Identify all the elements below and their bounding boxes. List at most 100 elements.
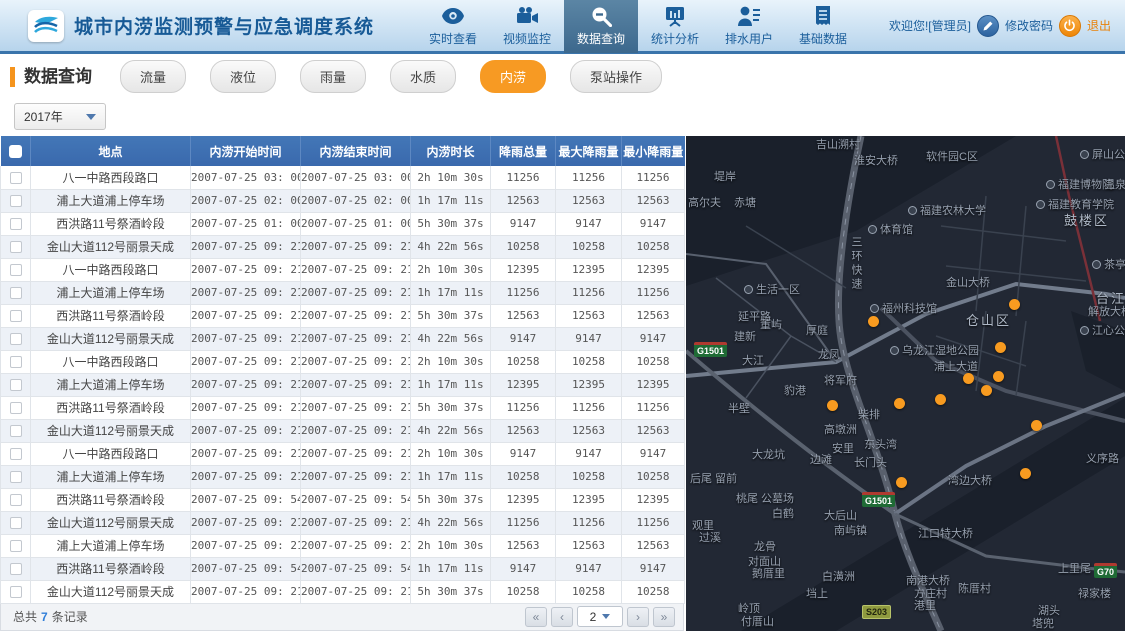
waterlogging-marker-2[interactable] <box>1009 299 1020 310</box>
row-checkbox-cell[interactable] <box>0 350 31 374</box>
tab-雨量[interactable]: 雨量 <box>300 60 366 93</box>
table-row[interactable]: 西洪路11号祭酒岭段 2007-07-25 01: 00 2007-07-25 01… <box>0 212 685 236</box>
row-checkbox[interactable] <box>9 195 22 208</box>
row-checkbox[interactable] <box>9 540 22 553</box>
row-checkbox-cell[interactable] <box>0 281 31 305</box>
waterlogging-marker-7[interactable] <box>935 394 946 405</box>
tab-内涝[interactable]: 内涝 <box>480 60 546 93</box>
select-all-cell[interactable] <box>0 136 31 166</box>
waterlogging-marker-1[interactable] <box>868 316 879 327</box>
row-checkbox-cell[interactable] <box>0 580 31 604</box>
waterlogging-marker-6[interactable] <box>981 385 992 396</box>
table-row[interactable]: 八一中路西段路口 2007-07-25 03: 00 2007-07-25 03: … <box>0 166 685 190</box>
row-checkbox-cell[interactable] <box>0 327 31 351</box>
waterlogging-marker-11[interactable] <box>896 477 907 488</box>
select-all-checkbox[interactable] <box>8 145 22 159</box>
last-page-button[interactable]: » <box>653 606 675 627</box>
row-checkbox[interactable] <box>9 517 22 530</box>
power-icon[interactable] <box>1058 14 1081 37</box>
table-row[interactable]: 西洪路11号祭酒岭段 2007-07-25 09: 21 2007-07-25 09… <box>0 304 685 328</box>
row-checkbox-cell[interactable] <box>0 258 31 282</box>
table-row[interactable]: 八一中路西段路口 2007-07-25 09: 21 2007-07-25 09: … <box>0 350 685 374</box>
row-checkbox-cell[interactable] <box>0 419 31 443</box>
table-row[interactable]: 八一中路西段路口 2007-07-25 09: 21 2007-07-25 09: … <box>0 258 685 282</box>
tab-泵站操作[interactable]: 泵站操作 <box>570 60 662 93</box>
waterlogging-marker-3[interactable] <box>995 342 1006 353</box>
row-checkbox[interactable] <box>9 425 22 438</box>
row-checkbox[interactable] <box>9 356 22 369</box>
table-row[interactable]: 浦上大道浦上停车场 2007-07-25 09: 21 2007-07-25 09:… <box>0 281 685 305</box>
row-checkbox-cell[interactable] <box>0 557 31 581</box>
row-checkbox-cell[interactable] <box>0 488 31 512</box>
nav-item-基础数据[interactable]: 基础数据 <box>786 0 860 53</box>
table-row[interactable]: 金山大道112号丽景天成 2007-07-25 09: 21 2007-07-25 … <box>0 419 685 443</box>
row-checkbox[interactable] <box>9 287 22 300</box>
row-checkbox-cell[interactable] <box>0 212 31 236</box>
row-checkbox-cell[interactable] <box>0 534 31 558</box>
waterlogging-marker-8[interactable] <box>894 398 905 409</box>
row-checkbox-cell[interactable] <box>0 189 31 213</box>
prev-page-button[interactable]: ‹ <box>551 606 573 627</box>
table-row[interactable]: 浦上大道浦上停车场 2007-07-25 09: 21 2007-07-25 09:… <box>0 465 685 489</box>
row-checkbox[interactable] <box>9 563 22 576</box>
row-checkbox[interactable] <box>9 448 22 461</box>
table-row[interactable]: 浦上大道浦上停车场 2007-07-25 09: 21 2007-07-25 09:… <box>0 534 685 558</box>
waterlogging-marker-12[interactable] <box>1020 468 1031 479</box>
cell-min-rainfall: 11256 <box>621 166 685 190</box>
row-checkbox-cell[interactable] <box>0 373 31 397</box>
row-checkbox[interactable] <box>9 172 22 185</box>
row-checkbox[interactable] <box>9 494 22 507</box>
waterlogging-marker-4[interactable] <box>963 373 974 384</box>
pencil-icon[interactable] <box>976 14 999 37</box>
row-checkbox-cell[interactable] <box>0 465 31 489</box>
nav-item-统计分析[interactable]: 统计分析 <box>638 0 712 53</box>
row-checkbox[interactable] <box>9 402 22 415</box>
nav-item-实时查看[interactable]: 实时查看 <box>416 0 490 53</box>
map-place-label: 软件园C区 <box>926 151 978 163</box>
waterlogging-marker-9[interactable] <box>827 400 838 411</box>
tab-液位[interactable]: 液位 <box>210 60 276 93</box>
row-checkbox-cell[interactable] <box>0 511 31 535</box>
nav-item-排水用户[interactable]: 排水用户 <box>712 0 786 53</box>
table-row[interactable]: 西洪路11号祭酒岭段 2007-07-25 09: 21 2007-07-25 09… <box>0 396 685 420</box>
poi-icon <box>868 225 877 234</box>
row-checkbox[interactable] <box>9 471 22 484</box>
row-checkbox[interactable] <box>9 379 22 392</box>
next-page-button[interactable]: › <box>627 606 649 627</box>
waterlogging-marker-10[interactable] <box>1031 420 1042 431</box>
first-page-button[interactable]: « <box>525 606 547 627</box>
table-row[interactable]: 八一中路西段路口 2007-07-25 09: 21 2007-07-25 09: … <box>0 442 685 466</box>
cell-end-time: 2007-07-25 09: 21 <box>300 465 411 489</box>
row-checkbox-cell[interactable] <box>0 166 31 190</box>
table-row[interactable]: 浦上大道浦上停车场 2007-07-25 02: 00 2007-07-25 02:… <box>0 189 685 213</box>
page-select[interactable]: 2 <box>577 606 623 627</box>
tab-流量[interactable]: 流量 <box>120 60 186 93</box>
row-checkbox[interactable] <box>9 241 22 254</box>
change-password-link[interactable]: 修改密码 <box>1005 17 1053 34</box>
row-checkbox-cell[interactable] <box>0 396 31 420</box>
table-row[interactable]: 金山大道112号丽景天成 2007-07-25 09: 21 2007-07-25 … <box>0 327 685 351</box>
row-checkbox[interactable] <box>9 310 22 323</box>
row-checkbox-cell[interactable] <box>0 442 31 466</box>
table-row[interactable]: 浦上大道浦上停车场 2007-07-25 09: 21 2007-07-25 09:… <box>0 373 685 397</box>
nav-item-视频监控[interactable]: 视频监控 <box>490 0 564 53</box>
table-row[interactable]: 西洪路11号祭酒岭段 2007-07-25 09: 54 2007-07-25 09… <box>0 488 685 512</box>
table-row[interactable]: 金山大道112号丽景天成 2007-07-25 09: 21 2007-07-25 … <box>0 580 685 604</box>
map-panel[interactable]: 吉山溯村淮安大桥软件园C区温泉堤岸高尔夫赤塘鼓楼区金山大桥台江解放大桥延平路董屿… <box>686 136 1125 631</box>
tab-水质[interactable]: 水质 <box>390 60 456 93</box>
eye-icon <box>441 5 465 27</box>
table-row[interactable]: 西洪路11号祭酒岭段 2007-07-25 09: 54 2007-07-25 09… <box>0 557 685 581</box>
row-checkbox[interactable] <box>9 218 22 231</box>
table-row[interactable]: 金山大道112号丽景天成 2007-07-25 09: 21 2007-07-25 … <box>0 235 685 259</box>
row-checkbox[interactable] <box>9 264 22 277</box>
row-checkbox[interactable] <box>9 333 22 346</box>
row-checkbox-cell[interactable] <box>0 304 31 328</box>
waterlogging-marker-5[interactable] <box>993 371 1004 382</box>
year-select[interactable]: 2017年 <box>14 103 106 130</box>
row-checkbox[interactable] <box>9 586 22 599</box>
table-row[interactable]: 金山大道112号丽景天成 2007-07-25 09: 21 2007-07-25 … <box>0 511 685 535</box>
nav-item-数据查询[interactable]: 数据查询 <box>564 0 639 53</box>
row-checkbox-cell[interactable] <box>0 235 31 259</box>
logout-link[interactable]: 退出 <box>1087 17 1111 34</box>
map-poi-label: 生活一区 <box>744 281 800 297</box>
